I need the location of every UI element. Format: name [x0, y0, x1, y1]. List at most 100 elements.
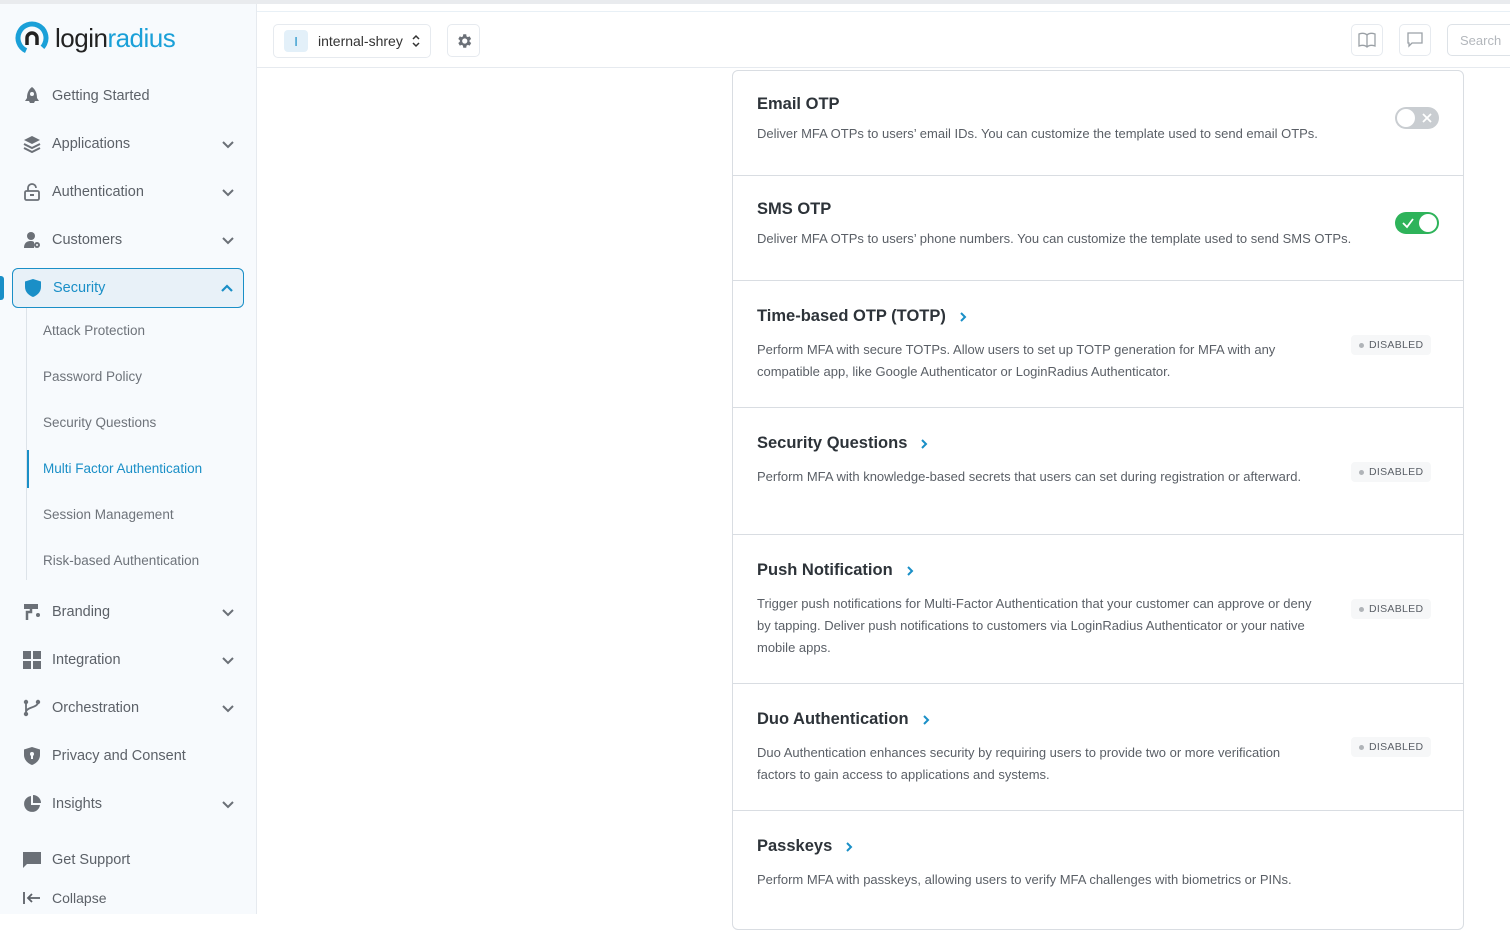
card-title-text: Duo Authentication [757, 710, 909, 728]
chevron-up-icon [221, 284, 233, 292]
push-notification-title-link[interactable]: Push Notification [757, 561, 915, 580]
chevron-down-icon [222, 801, 234, 809]
mfa-card-duo-authentication: Duo Authentication Duo Authentication en… [733, 684, 1463, 811]
card-description: Perform MFA with passkeys, allowing user… [757, 872, 1292, 887]
chevron-down-icon [222, 609, 234, 617]
mfa-card-push-notification: Push Notification Trigger push notificat… [733, 535, 1463, 684]
sidebar-item-privacy-and-consent[interactable]: Privacy and Consent [12, 736, 244, 776]
nav-label: Security [53, 280, 106, 296]
status-dot [1359, 469, 1364, 475]
sms-otp-toggle[interactable] [1395, 212, 1439, 234]
card-title: SMS OTP [757, 200, 832, 218]
nav-label: Integration [52, 652, 121, 668]
collapse-button[interactable]: Collapse [22, 890, 106, 906]
sidebar-item-insights[interactable]: Insights [12, 784, 244, 824]
search-input[interactable] [1447, 24, 1510, 56]
top-bar: I internal-shrey [257, 11, 1510, 68]
nav-label: Get Support [52, 852, 131, 868]
chevron-right-icon [921, 438, 928, 449]
chevron-down-icon [222, 657, 234, 665]
submenu-item-multi-factor-authentication[interactable]: Multi Factor Authentication [43, 461, 202, 476]
toggle-knob [1397, 109, 1415, 127]
submenu-item-risk-based-authentication[interactable]: Risk-based Authentication [43, 553, 199, 568]
check-icon [1402, 218, 1414, 229]
chevron-down-icon [222, 189, 234, 197]
card-description: Duo Authentication enhances security by … [757, 745, 1281, 782]
chevron-down-icon [222, 141, 234, 149]
status-badge: DISABLED [1351, 335, 1432, 355]
mfa-card-sms-otp: SMS OTP Deliver MFA OTPs to users’ phone… [733, 176, 1463, 281]
chevron-down-icon [222, 237, 234, 245]
chevron-right-icon [846, 841, 853, 852]
passkeys-title-link[interactable]: Passkeys [757, 837, 854, 856]
branch-icon [22, 698, 42, 718]
grid-icon [22, 650, 42, 670]
status-badge: DISABLED [1351, 599, 1432, 619]
nav-label: Applications [52, 136, 131, 152]
card-description: Deliver MFA OTPs to users’ email IDs. Yo… [757, 126, 1318, 141]
close-icon [1422, 113, 1432, 123]
layers-icon [22, 134, 42, 154]
shield-icon [23, 278, 43, 298]
app-selector[interactable]: I internal-shrey [273, 24, 431, 58]
sidebar-item-get-support[interactable]: Get Support [12, 840, 244, 880]
status-badge: DISABLED [1351, 462, 1432, 482]
gear-icon [457, 33, 471, 48]
docs-button[interactable] [1351, 24, 1383, 56]
app-initial-badge: I [284, 30, 308, 52]
sidebar-item-customers[interactable]: Customers [12, 220, 244, 260]
submenu-item-session-management[interactable]: Session Management [43, 507, 174, 522]
submenu-item-password-policy[interactable]: Password Policy [43, 369, 142, 384]
status-dot [1359, 606, 1364, 612]
mfa-card-security-questions: Security Questions Perform MFA with know… [733, 408, 1463, 535]
card-description: Perform MFA with secure TOTPs. Allow use… [757, 342, 1276, 379]
card-description: Deliver MFA OTPs to users’ phone numbers… [757, 231, 1352, 246]
card-title-text: Push Notification [757, 561, 893, 579]
pie-chart-icon [22, 794, 42, 814]
lock-open-icon [22, 182, 42, 202]
submenu-guide-line [26, 308, 27, 580]
status-dot [1359, 342, 1364, 348]
active-section-marker [0, 276, 4, 300]
security-questions-title-link[interactable]: Security Questions [757, 434, 929, 453]
mfa-card-email-otp: Email OTP Deliver MFA OTPs to users’ ema… [733, 71, 1463, 176]
duo-authentication-title-link[interactable]: Duo Authentication [757, 710, 931, 729]
sidebar-item-integration[interactable]: Integration [12, 640, 244, 680]
sidebar-item-applications[interactable]: Applications [12, 124, 244, 164]
card-description: Perform MFA with knowledge-based secrets… [757, 469, 1302, 484]
user-gear-icon [22, 230, 42, 250]
feedback-button[interactable] [1399, 24, 1431, 56]
rocket-icon [22, 86, 42, 106]
status-text: DISABLED [1369, 466, 1424, 478]
sort-caret-icon [412, 34, 420, 48]
book-icon [1358, 32, 1376, 48]
loginradius-logo-icon [15, 21, 49, 55]
logo[interactable]: loginradius [15, 18, 176, 58]
nav-label: Customers [52, 232, 123, 248]
sidebar-item-orchestration[interactable]: Orchestration [12, 688, 244, 728]
collapse-label: Collapse [52, 890, 107, 906]
collapse-arrow-icon [23, 892, 40, 904]
chat-icon [22, 850, 42, 870]
card-title: Email OTP [757, 95, 840, 113]
settings-button[interactable] [447, 24, 480, 57]
mfa-card-passkeys: Passkeys Perform MFA with passkeys, allo… [733, 811, 1463, 929]
paint-roller-icon [22, 602, 42, 622]
submenu-item-attack-protection[interactable]: Attack Protection [43, 323, 145, 338]
status-dot [1359, 744, 1364, 750]
nav-label: Insights [52, 796, 102, 812]
nav-label: Branding [52, 604, 111, 620]
chevron-right-icon [960, 311, 967, 322]
toggle-knob [1419, 214, 1437, 232]
submenu-item-security-questions[interactable]: Security Questions [43, 415, 156, 430]
logo-text: loginradius [55, 22, 176, 53]
status-badge: DISABLED [1351, 737, 1432, 757]
email-otp-toggle[interactable] [1395, 107, 1439, 129]
submenu-active-bar [27, 450, 29, 488]
sidebar-item-authentication[interactable]: Authentication [12, 172, 244, 212]
totp-title-link[interactable]: Time-based OTP (TOTP) [757, 307, 968, 326]
sidebar-item-security[interactable]: Security [12, 268, 244, 308]
sidebar-item-getting-started[interactable]: Getting Started [12, 76, 244, 116]
sidebar-item-branding[interactable]: Branding [12, 592, 244, 632]
shield-keyhole-icon [22, 746, 42, 766]
